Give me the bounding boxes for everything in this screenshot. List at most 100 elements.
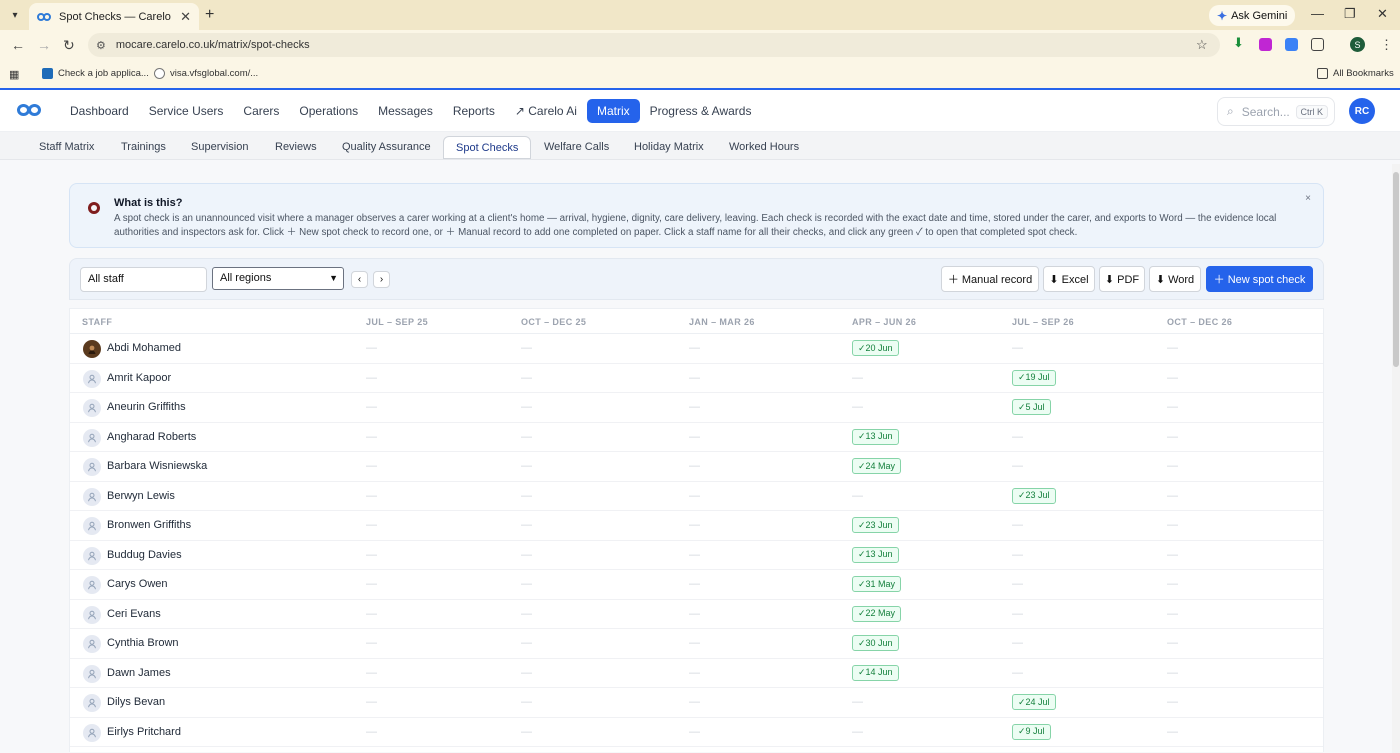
person-icon [83,487,101,506]
table-row: Abdi Mohamed — — — ✓20 Jun — — [70,334,1323,364]
export-pdf-button[interactable]: ⬇ PDF [1099,266,1145,292]
staff-name-link[interactable]: Eirlys Pritchard [107,726,181,738]
download-extension-icon[interactable]: ⬇ [1233,35,1246,50]
completed-spot-check-badge[interactable]: ✓23 Jul [1012,487,1056,504]
maximize-icon[interactable]: ❐ [1344,6,1356,22]
tab-staff-matrix[interactable]: Staff Matrix [27,136,106,159]
completed-spot-check-badge[interactable]: ✓20 Jun [852,340,899,356]
nav-item-reports[interactable]: Reports [443,99,505,123]
previous-period-button[interactable]: ‹ [351,271,368,288]
back-arrow-icon[interactable]: ← [11,37,25,53]
main-content: What is this? A spot check is an unannou… [0,160,1400,752]
site-info-icon[interactable]: ⚙ [96,39,106,52]
all-bookmarks-folder[interactable]: All Bookmarks [1317,68,1394,79]
bookmark-vfsglobal[interactable]: visa.vfsglobal.com/... [154,68,258,79]
address-bar[interactable]: ⚙ mocare.carelo.co.uk/matrix/spot-checks [88,33,1220,57]
staff-name-link[interactable]: Abdi Mohamed [107,342,181,354]
tab-reviews[interactable]: Reviews [263,136,329,159]
empty-cell: — [689,666,700,679]
next-period-button[interactable]: › [373,271,390,288]
empty-cell: — [1012,342,1023,354]
nav-item-carers[interactable]: Carers [233,99,289,123]
extension-purple-icon[interactable] [1259,38,1272,51]
completed-spot-check-badge[interactable]: ✓13 Jun [852,428,899,445]
completed-spot-check-badge[interactable]: ✓24 May [852,458,902,474]
window-close-icon[interactable]: ✕ [1377,6,1388,22]
empty-cell: — [366,725,377,738]
new-tab-plus-icon[interactable]: + [205,6,214,24]
nav-item-progress-awards[interactable]: Progress & Awards [640,99,762,123]
completed-spot-check-badge[interactable]: ✓31 May [852,576,902,592]
completed-spot-check-badge[interactable]: ✓19 Jul [1012,369,1056,386]
manual-record-button[interactable]: ＋ Manual record [941,266,1039,292]
ask-gemini-button[interactable]: ✦ Ask Gemini [1209,5,1296,26]
folder-icon [1317,68,1328,79]
extension-blue-icon[interactable] [1285,38,1298,51]
completed-spot-check-badge[interactable]: ✓22 May [852,605,902,622]
staff-name-link[interactable]: Angharad Roberts [107,431,196,443]
carelo-logo-icon[interactable] [17,102,43,118]
staff-name-link[interactable]: Carys Owen [107,578,168,590]
completed-spot-check-badge[interactable]: ✓23 Jun [852,517,899,533]
nav-item-dashboard[interactable]: Dashboard [60,99,139,123]
tab-supervision[interactable]: Supervision [179,136,260,159]
tab-trainings[interactable]: Trainings [109,136,178,159]
global-search-input[interactable]: ⌕ Search... Ctrl K [1217,97,1335,126]
tab-spot-checks[interactable]: Spot Checks [443,136,532,159]
new-spot-check-button[interactable]: ＋ New spot check [1206,266,1313,292]
empty-cell: — [852,696,863,708]
tab-worked-hours[interactable]: Worked Hours [717,136,811,159]
bookmark-star-icon[interactable]: ☆ [1196,37,1208,53]
staff-name-link[interactable]: Amrit Kapoor [107,372,171,384]
nav-item-matrix[interactable]: Matrix [586,99,640,123]
completed-spot-check-badge[interactable]: ✓14 Jun [852,664,899,681]
empty-cell: — [521,342,532,354]
tab-holiday-matrix[interactable]: Holiday Matrix [622,136,716,159]
person-icon [83,576,101,594]
staff-filter-input[interactable]: All staff [80,267,207,292]
staff-name-link[interactable]: Cynthia Brown [107,637,179,649]
staff-name-link[interactable]: Buddug Davies [107,549,182,561]
region-select[interactable]: All regions ▼ [212,267,344,290]
export-excel-button[interactable]: ⬇ Excel [1043,266,1095,292]
browser-menu-icon[interactable]: ⋮ [1380,37,1393,53]
export-word-button[interactable]: ⬇ Word [1149,266,1201,292]
tab-search-chevron-icon[interactable]: ▾ [5,5,25,25]
apps-grid-icon[interactable]: ▦ [9,68,19,81]
staff-photo-avatar [83,340,101,358]
extensions-puzzle-icon[interactable] [1311,38,1324,51]
nav-item-service-users[interactable]: Service Users [139,99,234,123]
staff-name-link[interactable]: Barbara Wisniewska [107,460,207,472]
empty-cell: — [1012,578,1023,590]
staff-name-link[interactable]: Berwyn Lewis [107,490,175,502]
tab-welfare-calls[interactable]: Welfare Calls [532,136,621,159]
staff-name-link[interactable]: Dawn James [107,667,171,679]
page-scrollbar[interactable] [1392,164,1400,753]
user-avatar[interactable]: RC [1349,98,1375,124]
minimize-icon[interactable]: — [1311,6,1324,21]
profile-avatar[interactable]: S [1350,37,1365,52]
browser-tab-active[interactable]: Spot Checks — Carelo ✕ [29,3,199,30]
completed-spot-check-badge[interactable]: ✓5 Jul [1012,399,1051,415]
empty-cell: — [366,371,377,384]
staff-name-link[interactable]: Dilys Bevan [107,696,165,708]
column-header[interactable]: STAFF [82,317,112,327]
staff-name-link[interactable]: Aneurin Griffiths [107,401,186,413]
completed-spot-check-badge[interactable]: ✓13 Jun [852,546,899,563]
bookmark-job-application[interactable]: Check a job applica... [42,68,149,79]
forward-arrow-icon[interactable]: → [37,37,51,53]
staff-name-link[interactable]: Bronwen Griffiths [107,519,191,531]
nav-item-operations[interactable]: Operations [289,99,368,123]
staff-name-link[interactable]: Ceri Evans [107,608,161,620]
url-text: mocare.carelo.co.uk/matrix/spot-checks [115,39,310,51]
scrollbar-thumb[interactable] [1393,172,1399,367]
tab-close-icon[interactable]: ✕ [180,9,191,25]
nav-item-messages[interactable]: Messages [368,99,443,123]
nav-item-carelo-ai[interactable]: ↗ Carelo Ai [505,99,587,123]
reload-icon[interactable]: ↻ [63,37,75,54]
tab-quality-assurance[interactable]: Quality Assurance [330,136,443,159]
completed-spot-check-badge[interactable]: ✓30 Jun [852,635,899,651]
completed-spot-check-badge[interactable]: ✓24 Jul [1012,694,1056,710]
completed-spot-check-badge[interactable]: ✓9 Jul [1012,723,1051,740]
info-close-icon[interactable]: × [1305,193,1311,204]
